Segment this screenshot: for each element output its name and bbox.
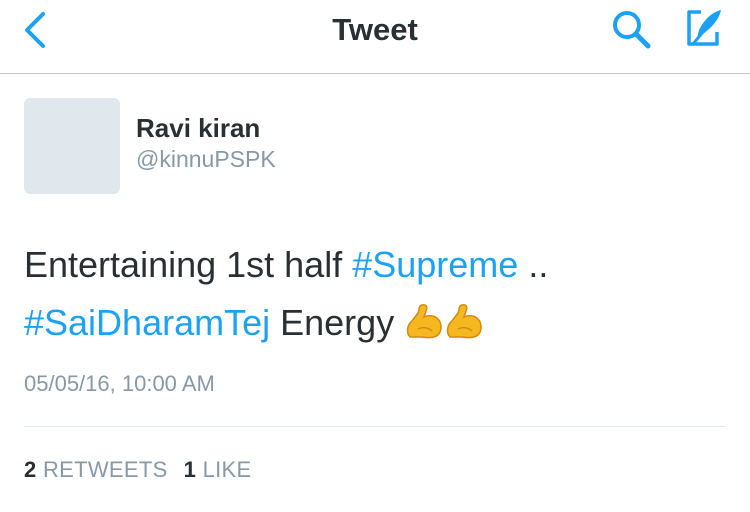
- search-button[interactable]: [608, 8, 656, 52]
- chevron-left-icon: [25, 12, 45, 48]
- author-handle[interactable]: @kinnuPSPK: [136, 146, 276, 173]
- back-button[interactable]: [14, 10, 54, 50]
- tweet-text-plain-2: Energy: [270, 302, 405, 343]
- avatar[interactable]: [24, 98, 120, 194]
- likes-label: LIKE: [202, 457, 252, 482]
- tweet-text: Entertaining 1st half #Supreme .. #SaiDh…: [24, 236, 724, 352]
- hashtag-link-saidharamtej[interactable]: #SaiDharamTej: [24, 302, 270, 343]
- tweet-text-line-1: Entertaining 1st half #Supreme ..: [24, 236, 724, 294]
- hashtag-link-supreme[interactable]: #Supreme: [352, 244, 518, 285]
- likes-count: 1: [183, 457, 197, 482]
- flexed-biceps-icon: [407, 304, 442, 339]
- compose-button[interactable]: [680, 6, 728, 52]
- navigation-bar: Tweet: [0, 0, 750, 74]
- tweet-text-line-2: #SaiDharamTej Energy: [24, 294, 724, 352]
- flexed-biceps-icon: [447, 304, 482, 339]
- tweet-text-suffix: ..: [518, 244, 549, 285]
- retweets-label: RETWEETS: [42, 457, 168, 482]
- tweet-stats: 2 RETWEETS 1 LIKE: [24, 457, 251, 483]
- retweets-stat[interactable]: 2 RETWEETS: [24, 457, 168, 482]
- likes-stat[interactable]: 1 LIKE: [184, 457, 252, 482]
- tweet-text-plain: Entertaining 1st half: [24, 244, 353, 285]
- tweet-timestamp: 05/05/16, 10:00 AM: [24, 371, 215, 396]
- retweets-count: 2: [24, 457, 37, 482]
- compose-icon: [687, 10, 721, 46]
- author-name[interactable]: Ravi kiran: [136, 113, 260, 144]
- divider: [24, 426, 726, 427]
- search-icon: [613, 11, 651, 49]
- tweet-detail-screen: Tweet Ravi kiran @kinnuPSPK Entertaining…: [0, 0, 750, 512]
